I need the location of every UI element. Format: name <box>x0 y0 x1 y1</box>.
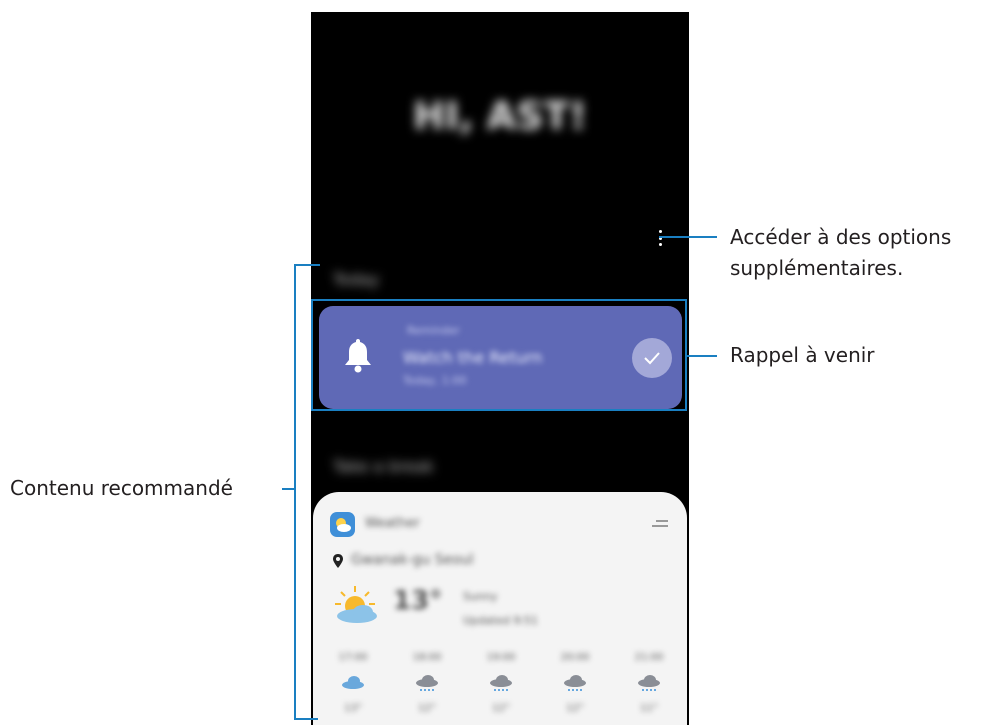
section-title-today: Today <box>333 270 380 289</box>
location-pin-icon <box>333 554 343 568</box>
weather-updated: Updated 9:51 <box>463 614 539 627</box>
forecast-time: 18:00 <box>412 652 442 663</box>
leader-line-reminder <box>687 355 717 357</box>
forecast-item: 20:00 12° <box>545 652 605 714</box>
forecast-time: 21:00 <box>634 652 664 663</box>
section-title-break: Take a break <box>333 457 434 476</box>
weather-location: Gwanak-gu Seoul <box>351 552 474 568</box>
upcoming-reminder-card[interactable]: Reminder Watch the Return Today, 1:00 <box>319 306 682 409</box>
weather-app-name: Weather <box>365 516 420 531</box>
weather-condition: Sunny <box>463 590 498 603</box>
forecast-temp: 13° <box>344 703 362 714</box>
reminder-label: Reminder <box>407 324 460 337</box>
leader-line-recommended <box>282 488 294 490</box>
rain-icon <box>564 675 586 691</box>
forecast-temp: 11° <box>640 703 658 714</box>
bell-icon <box>345 339 371 373</box>
reminder-time: Today, 1:00 <box>403 374 467 387</box>
leader-line-options <box>659 236 717 238</box>
callout-upcoming-reminder: Rappel à venir <box>730 343 875 367</box>
forecast-item: 17:00 13° <box>323 652 383 714</box>
rain-icon <box>416 675 438 691</box>
callout-recommended-content: Contenu recommandé <box>10 476 233 500</box>
rain-icon <box>638 675 660 691</box>
complete-reminder-button[interactable] <box>632 338 672 378</box>
callout-more-options: Accéder à des options supplémentaires. <box>730 222 951 284</box>
forecast-item: 18:00 12° <box>397 652 457 714</box>
greeting-text: HI, AST! <box>413 94 587 138</box>
forecast-temp: 12° <box>492 703 510 714</box>
check-icon <box>644 352 660 365</box>
cloud-icon <box>342 676 364 689</box>
forecast-time: 17:00 <box>338 652 368 663</box>
forecast-temp: 12° <box>566 703 584 714</box>
callout-more-options-line2: supplémentaires. <box>730 256 904 280</box>
rain-icon <box>490 675 512 691</box>
bracket-top <box>294 264 320 266</box>
collapse-icon[interactable] <box>652 520 668 530</box>
forecast-time: 20:00 <box>560 652 590 663</box>
bracket-bottom <box>294 718 318 720</box>
reminder-title: Watch the Return <box>403 348 543 367</box>
weather-app-icon <box>330 512 355 537</box>
forecast-time: 19:00 <box>486 652 516 663</box>
weather-card[interactable]: Weather Gwanak-gu Seoul 13° Sunny Update… <box>313 492 687 725</box>
partly-sunny-icon <box>335 586 377 623</box>
more-options-icon[interactable] <box>656 230 664 246</box>
forecast-temp: 12° <box>418 703 436 714</box>
callout-more-options-line1: Accéder à des options <box>730 225 952 249</box>
forecast-item: 19:00 12° <box>471 652 531 714</box>
current-temperature: 13° <box>393 586 443 616</box>
forecast-item: 21:00 11° <box>619 652 679 714</box>
bracket-line-recommended <box>294 264 296 720</box>
